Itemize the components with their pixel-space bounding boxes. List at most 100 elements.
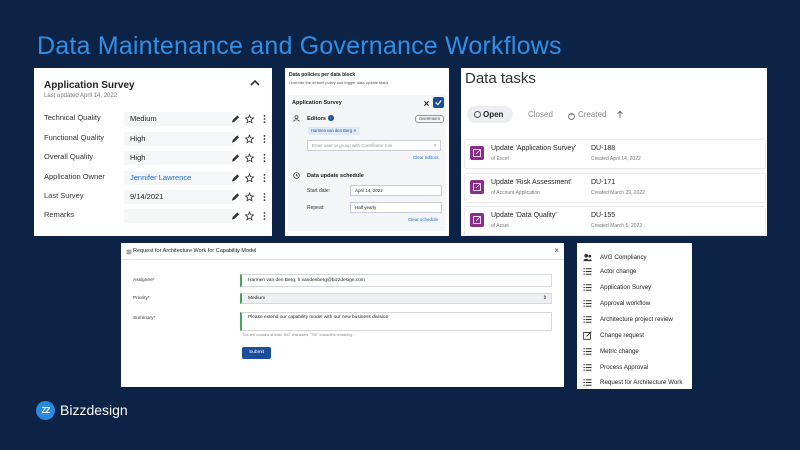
pencil-icon[interactable] xyxy=(231,153,240,163)
star-icon[interactable] xyxy=(245,192,254,202)
row-value[interactable]: High xyxy=(124,151,234,165)
priority-select[interactable]: Medium ⇕ xyxy=(240,293,552,304)
task-object: of Excel xyxy=(491,156,509,162)
close-icon[interactable] xyxy=(423,100,430,107)
user-icon xyxy=(293,115,300,122)
start-date-label: Start date: xyxy=(307,188,331,194)
row-value[interactable]: 9/14/2021 xyxy=(124,190,234,204)
check-icon xyxy=(435,99,442,106)
list-icon xyxy=(583,348,592,355)
survey-last-updated: Last updated April 14, 2022 xyxy=(44,93,118,99)
start-date-input[interactable]: April 14, 2022 xyxy=(350,185,442,196)
clear-editors-link[interactable]: Clear editors xyxy=(413,155,439,160)
row-value[interactable]: Medium xyxy=(124,112,234,126)
submit-button[interactable]: Submit xyxy=(242,347,271,359)
workflow-item[interactable]: Application Survey xyxy=(583,281,691,295)
data-policies-panel: Data policies per data block Override th… xyxy=(285,68,449,236)
info-icon[interactable]: i xyxy=(328,115,334,121)
more-vertical-icon[interactable] xyxy=(260,134,269,144)
task-card[interactable]: Update 'Data Quality' of Asset DU-155 Cr… xyxy=(465,207,765,235)
pencil-icon[interactable] xyxy=(231,211,240,221)
task-created-date: Created March 6, 2022 xyxy=(591,223,643,229)
row-label: Technical Quality xyxy=(44,113,101,122)
workflow-item[interactable]: Metric change xyxy=(583,345,691,359)
task-created-date: Created April 14, 2022 xyxy=(591,156,641,162)
survey-row-application-owner: Application Owner Jennifer Lawrence xyxy=(44,171,266,185)
workflow-item[interactable]: Process Approval xyxy=(583,361,691,375)
editor-placeholder: Enter user or group with Contributor rol… xyxy=(312,143,393,148)
clear-input-icon[interactable]: ✕ xyxy=(433,141,437,150)
list-icon xyxy=(583,268,592,275)
row-value-link[interactable]: Jennifer Lawrence xyxy=(124,171,234,185)
task-card[interactable]: Update 'Application Survey' of Excel DU-… xyxy=(465,140,765,168)
repeat-label: Repeat: xyxy=(307,205,325,211)
row-label: Overall Quality xyxy=(44,152,94,161)
tab-open[interactable]: Open xyxy=(467,106,514,123)
edit-task-icon xyxy=(470,180,484,194)
star-icon[interactable] xyxy=(245,173,254,183)
tab-created[interactable]: + Created xyxy=(568,106,606,123)
more-vertical-icon[interactable] xyxy=(260,114,269,124)
more-vertical-icon[interactable] xyxy=(260,211,269,221)
survey-row-remarks: Remarks xyxy=(44,209,266,223)
editor-search-input[interactable]: Enter user or group with Contributor rol… xyxy=(307,140,441,151)
row-value[interactable] xyxy=(124,209,234,223)
task-name: Update 'Risk Assessment' xyxy=(491,179,572,186)
close-icon[interactable]: × xyxy=(554,246,559,255)
chevron-up-icon[interactable] xyxy=(250,78,260,88)
survey-row-functional-quality: Functional Quality High xyxy=(44,132,266,146)
star-icon[interactable] xyxy=(245,134,254,144)
pencil-icon[interactable] xyxy=(231,173,240,183)
edit-icon xyxy=(583,331,592,340)
users-icon xyxy=(583,253,592,262)
chip-remove-icon[interactable]: ✕ xyxy=(353,128,357,133)
workflow-label: Request for Architecture Work xyxy=(600,379,683,386)
more-vertical-icon[interactable] xyxy=(260,192,269,202)
survey-row-overall-quality: Overall Quality High xyxy=(44,151,266,165)
summary-label: Summary* xyxy=(133,316,156,321)
more-vertical-icon[interactable] xyxy=(260,173,269,183)
assignee-field[interactable]: Harmen van den Berg, h.vandenberg@bizzde… xyxy=(240,274,552,287)
survey-title: Application Survey xyxy=(44,80,135,91)
workflow-item[interactable]: Approval workflow xyxy=(583,297,691,311)
workflow-item[interactable]: AVG Compliancy xyxy=(583,251,691,265)
edit-task-icon xyxy=(470,146,484,160)
workflow-label: Architecture project review xyxy=(600,316,673,323)
policies-title: Data policies per data block xyxy=(289,72,356,78)
star-icon[interactable] xyxy=(245,153,254,163)
workflow-item[interactable]: Architecture project review xyxy=(583,313,691,327)
workflow-label: Change request xyxy=(600,332,645,339)
summary-textarea[interactable]: Please extend our capability model with … xyxy=(240,312,552,331)
row-label: Application Owner xyxy=(44,172,105,181)
schedule-label: Data update schedule xyxy=(307,173,364,179)
pencil-icon[interactable] xyxy=(231,114,240,124)
workflow-list-panel: AVG Compliancy Actor change Application … xyxy=(577,243,692,389)
pencil-icon[interactable] xyxy=(231,192,240,202)
task-id: DU-171 xyxy=(591,179,616,186)
row-value[interactable]: High xyxy=(124,132,234,146)
clear-schedule-link[interactable]: Clear schedule xyxy=(408,217,438,222)
workflow-item[interactable]: Change request xyxy=(583,329,691,343)
row-label: Remarks xyxy=(44,210,75,219)
data-tasks-panel: Data tasks Open Closed + Created Update '… xyxy=(461,68,767,236)
tab-open-label: Open xyxy=(483,110,504,119)
select-arrows-icon: ⇕ xyxy=(542,295,547,301)
more-vertical-icon[interactable] xyxy=(260,153,269,163)
star-icon[interactable] xyxy=(245,211,254,221)
workflow-item[interactable]: Actor change xyxy=(583,265,691,279)
row-label: Functional Quality xyxy=(44,133,105,142)
policies-subtitle: Override the default policy and trigger … xyxy=(289,80,389,85)
request-header: Request for Architecture Work for Capabi… xyxy=(121,243,564,260)
task-card[interactable]: Update 'Risk Assessment' of Account Appl… xyxy=(465,174,765,202)
row-label: Last Survey xyxy=(44,191,84,200)
request-title: Request for Architecture Work for Capabi… xyxy=(133,248,257,254)
confirm-button[interactable] xyxy=(433,97,444,108)
tab-closed[interactable]: Closed xyxy=(528,106,553,123)
pencil-icon[interactable] xyxy=(231,134,240,144)
sort-arrow-up-icon[interactable] xyxy=(616,110,624,119)
workflow-item[interactable]: Request for Architecture Work xyxy=(583,376,691,389)
list-icon xyxy=(583,316,592,323)
star-icon[interactable] xyxy=(245,114,254,124)
application-survey-panel: Application Survey Last updated April 14… xyxy=(34,68,272,236)
repeat-select[interactable]: Half yearly xyxy=(350,202,442,213)
